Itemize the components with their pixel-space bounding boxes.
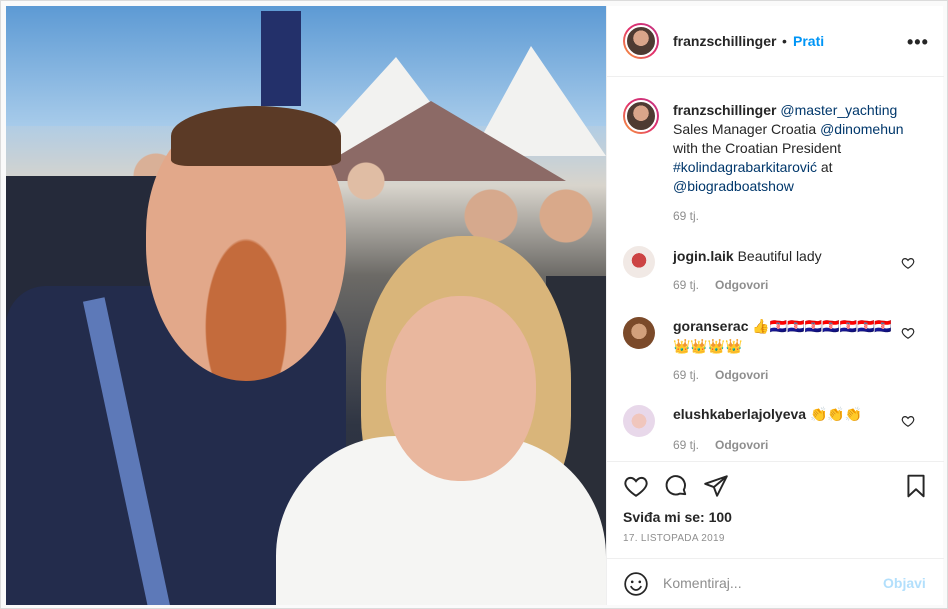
caption-time[interactable]: 69 tj.: [673, 209, 699, 223]
comments-section[interactable]: franzschillinger @master_yachting Sales …: [607, 78, 944, 460]
post-frame: franzschillinger • Prati ••• franzschill…: [0, 0, 948, 609]
more-options-icon[interactable]: •••: [907, 32, 929, 53]
reply-button[interactable]: Odgovori: [715, 278, 768, 292]
comment-username[interactable]: elushkaberlajolyeva: [673, 406, 806, 422]
post-actions: Sviđa mi se: 100 17. LISTOPADA 2019 Obja…: [607, 461, 944, 605]
post-photo[interactable]: [6, 6, 606, 605]
bookmark-icon[interactable]: [903, 473, 929, 499]
author-avatar[interactable]: [623, 23, 659, 59]
separator-dot: •: [782, 33, 787, 49]
comment-time[interactable]: 69 tj.: [673, 278, 699, 292]
caption-username[interactable]: franzschillinger: [673, 102, 776, 118]
comment: goranserac 👍🇭🇷🇭🇷🇭🇷🇭🇷🇭🇷🇭🇷🇭🇷👑👑👑👑: [673, 316, 898, 356]
share-send-icon[interactable]: [703, 473, 729, 499]
post-side-panel: franzschillinger • Prati ••• franzschill…: [606, 6, 944, 605]
caption-hashtag[interactable]: #kolindagrabarkitarović: [673, 159, 817, 175]
add-comment-bar: Objavi: [607, 558, 944, 606]
author-username[interactable]: franzschillinger: [673, 33, 776, 49]
comment-text: Beautiful lady: [737, 248, 822, 264]
comment-input[interactable]: [663, 573, 863, 593]
post-date[interactable]: 17. LISTOPADA 2019: [623, 533, 725, 544]
heart-outline-icon[interactable]: [901, 326, 915, 340]
heart-outline-icon[interactable]: [901, 256, 915, 270]
caption-avatar[interactable]: [623, 98, 659, 134]
emoji-icon[interactable]: [623, 571, 649, 597]
caption-text: Sales Manager Croatia: [673, 121, 817, 137]
caption-text: with the Croatian President: [673, 140, 842, 156]
comment-avatar[interactable]: [623, 405, 655, 437]
like-heart-icon[interactable]: [623, 473, 649, 499]
comment-avatar[interactable]: [623, 246, 655, 278]
photo-woman-face: [386, 296, 536, 481]
caption-text: at: [820, 159, 833, 175]
post-comment-button[interactable]: Objavi: [883, 575, 926, 591]
caption-mention[interactable]: @dinomehun: [820, 121, 904, 137]
comment-time[interactable]: 69 tj.: [673, 438, 699, 452]
comment: jogin.laik Beautiful lady: [673, 246, 898, 266]
caption-mention[interactable]: @biogradboatshow: [673, 178, 794, 194]
photo-banner: [261, 11, 301, 106]
photo-man-hair: [171, 106, 341, 166]
caption: franzschillinger @master_yachting Sales …: [673, 101, 923, 196]
heart-outline-icon[interactable]: [901, 414, 915, 428]
comment-username[interactable]: goranserac: [673, 318, 748, 334]
comment: elushkaberlajolyeva 👏👏👏: [673, 404, 898, 424]
comment-avatar[interactable]: [623, 317, 655, 349]
comment-text: 👏👏👏: [809, 406, 863, 422]
comment-username[interactable]: jogin.laik: [673, 248, 734, 264]
reply-button[interactable]: Odgovori: [715, 438, 768, 452]
post-header: franzschillinger • Prati •••: [607, 6, 944, 77]
comment-bubble-icon[interactable]: [663, 473, 689, 499]
follow-button[interactable]: Prati: [793, 33, 824, 49]
reply-button[interactable]: Odgovori: [715, 368, 768, 382]
caption-mention[interactable]: @master_yachting: [780, 102, 897, 118]
comment-time[interactable]: 69 tj.: [673, 368, 699, 382]
likes-count[interactable]: Sviđa mi se: 100: [623, 509, 732, 525]
